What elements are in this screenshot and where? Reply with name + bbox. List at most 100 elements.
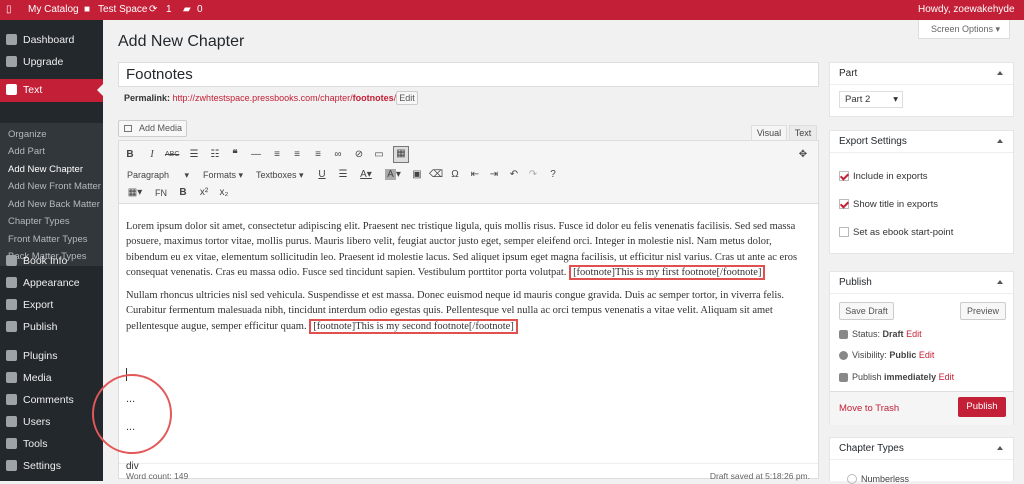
bold-icon[interactable]: B [124,148,136,162]
include-in-exports-label: Include in exports [853,171,928,182]
howdy-user-link[interactable]: Howdy, zoewakehyde [918,0,1015,20]
editor-content[interactable]: Lorem ipsum dolor sit amet, consectetur … [126,219,816,342]
align-right-icon[interactable]: ≡ [311,148,325,162]
sidebar-item-comments[interactable]: Comments [0,389,103,411]
publish-button[interactable]: Publish [958,397,1006,417]
subscript-icon[interactable]: x₂ [217,186,231,200]
part-box: Part Part 2 ▾ [829,62,1014,117]
paragraph-dropdown[interactable]: Paragraph ▾ [127,168,189,182]
submenu-front-matter-types[interactable]: Front Matter Types [8,231,88,248]
submenu-add-part[interactable]: Add Part [8,143,45,160]
ebook-start-point-checkbox[interactable] [839,227,849,237]
table-icon[interactable]: ▦▾ [124,186,146,200]
comments-icon[interactable]: ▰ [183,0,191,20]
updates-icon[interactable]: ⟳ [149,0,157,20]
italic-icon[interactable]: I [146,148,158,162]
unlink-icon[interactable]: ⊘ [352,148,366,162]
permalink-edit-button[interactable]: Edit [396,91,418,105]
paste-text-icon[interactable]: ▣ [410,168,424,182]
bullet-list-icon[interactable]: ☰ [187,148,201,162]
align-left-icon[interactable]: ≡ [270,148,284,162]
part-select[interactable]: Part 2 ▾ [839,91,903,108]
strikethrough-icon[interactable]: ABC [165,148,179,162]
clear-formatting-icon[interactable]: ⌫ [429,168,443,182]
my-catalog-link[interactable]: My Catalog [28,0,79,20]
text-color-icon[interactable]: A▾ [355,168,377,182]
sidebar-item-media[interactable]: Media [0,367,103,389]
special-character-icon[interactable]: Ω [448,168,462,182]
align-center-icon[interactable]: ≡ [290,148,304,162]
fullscreen-icon[interactable]: ✥ [796,148,810,162]
show-title-checkbox[interactable] [839,199,849,209]
sidebar-item-settings[interactable]: Settings [0,455,103,477]
calendar-icon [839,373,848,382]
sidebar-item-upgrade[interactable]: Upgrade [0,51,103,73]
undo-icon[interactable]: ↶ [507,168,521,182]
part-box-header[interactable]: Part [830,63,1013,85]
help-icon[interactable]: ? [546,168,560,182]
add-media-button[interactable]: Add Media [118,120,187,137]
collapse-arrow-icon[interactable] [997,280,1003,284]
schedule-edit-link[interactable]: Edit [939,372,955,382]
export-arrow-icon [6,299,17,310]
redo-icon[interactable]: ↷ [526,168,540,182]
submenu-chapter-types[interactable]: Chapter Types [8,213,70,230]
wordpress-logo-icon[interactable]: ▯ [6,0,12,20]
sidebar-item-export[interactable]: Export [0,294,103,316]
sidebar-item-plugins[interactable]: Plugins [0,345,103,367]
justify-icon[interactable]: ☰ [336,168,350,182]
sidebar-item-dashboard[interactable]: Dashboard [0,29,103,51]
outdent-icon[interactable]: ⇤ [468,168,482,182]
permalink-link[interactable]: http://zwhtestspace.pressbooks.com/chapt… [173,93,397,103]
save-draft-button[interactable]: Save Draft [839,302,894,320]
blockquote-icon[interactable]: ❝ [228,148,242,162]
collapse-arrow-icon[interactable] [997,71,1003,75]
sidebar-item-book-info[interactable]: Book Info [0,250,103,272]
superscript-icon[interactable]: x² [197,186,211,200]
submenu-add-new-front-matter[interactable]: Add New Front Matter [8,178,101,195]
preview-button[interactable]: Preview [960,302,1006,320]
numberless-radio[interactable] [847,474,857,484]
read-more-icon[interactable]: ▭ [372,148,386,162]
move-to-trash-link[interactable]: Move to Trash [839,403,899,414]
include-in-exports-checkbox[interactable] [839,171,849,181]
tab-text[interactable]: Text [789,125,817,140]
publish-box-header[interactable]: Publish [830,272,1013,294]
chapter-types-header[interactable]: Chapter Types [830,438,1013,460]
numbered-list-icon[interactable]: ☷ [208,148,222,162]
screen-options-button[interactable]: Screen Options ▾ [918,20,1010,39]
sidebar-item-appearance[interactable]: Appearance [0,272,103,294]
post-title-input[interactable]: Footnotes [118,62,819,87]
eye-icon [839,351,848,360]
toolbar-toggle-icon[interactable]: ▦ [393,146,409,163]
paragraph-1: Lorem ipsum dolor sit amet, consectetur … [126,221,798,280]
collapse-arrow-icon[interactable] [997,446,1003,450]
horizontal-line-icon[interactable]: — [249,148,263,162]
textboxes-dropdown[interactable]: Textboxes ▾ [256,168,312,182]
ebook-start-point-label: Set as ebook start-point [853,227,954,238]
underline-icon[interactable]: U [316,168,328,182]
numberless-label: Numberless [861,474,910,484]
bold-alt-icon[interactable]: B [177,186,189,200]
link-icon[interactable]: ∞ [331,148,345,162]
status-edit-link[interactable]: Edit [906,329,922,339]
tab-visual[interactable]: Visual [751,125,787,140]
submenu-add-new-chapter[interactable]: Add New Chapter [8,161,83,178]
updates-count[interactable]: 1 [166,0,172,20]
indent-icon[interactable]: ⇥ [487,168,501,182]
comments-count[interactable]: 0 [197,0,203,20]
submenu-organize[interactable]: Organize [8,126,47,143]
sidebar-item-text[interactable]: Text [0,79,103,102]
formats-dropdown[interactable]: Formats ▾ [203,168,247,182]
visibility-edit-link[interactable]: Edit [919,350,935,360]
background-color-icon[interactable]: A ▾ [382,168,404,182]
sidebar-item-users[interactable]: Users [0,411,103,433]
footnote-button[interactable]: FN [152,186,170,200]
submenu-add-new-back-matter[interactable]: Add New Back Matter [8,196,100,213]
site-name-link[interactable]: Test Space [98,0,147,20]
sidebar-item-tools[interactable]: Tools [0,433,103,455]
home-icon: ■ [84,4,91,15]
collapse-arrow-icon[interactable] [997,139,1003,143]
export-settings-header[interactable]: Export Settings [830,131,1013,153]
sidebar-item-publish[interactable]: Publish [0,316,103,338]
